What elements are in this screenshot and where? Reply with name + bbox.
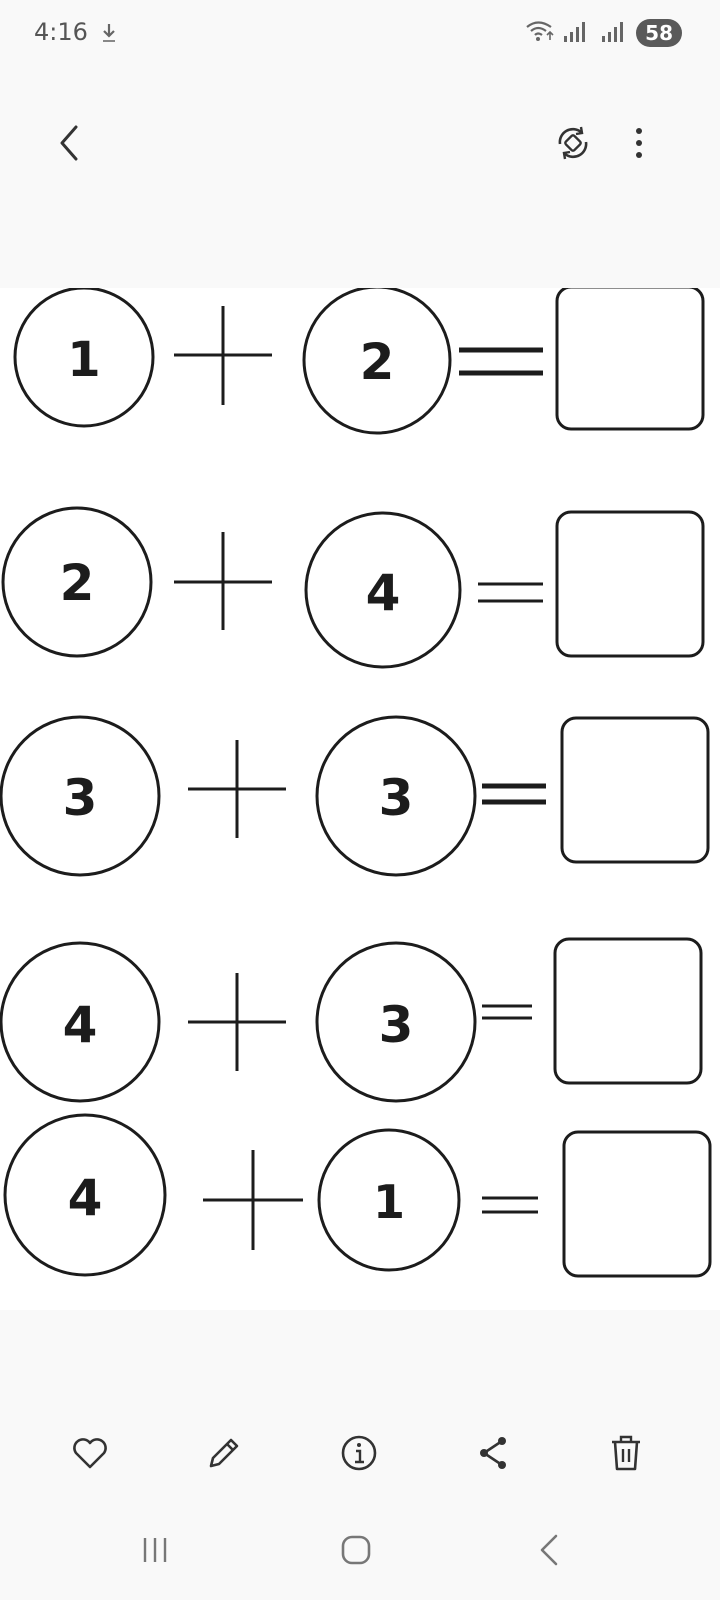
number-label: 4 [68,1169,103,1227]
recents-button[interactable] [130,1527,180,1577]
equals-sign [459,347,543,376]
answer-box [562,1130,712,1278]
answer-box [555,510,705,658]
number-label: 3 [63,769,98,827]
answer-box [555,288,705,431]
math-worksheet-image: 1 2 2 4 3 3 4 3 4 1 [0,288,712,1278]
rotate-button[interactable] [548,120,598,170]
delete-button[interactable] [600,1429,652,1481]
equals-sign [482,1196,538,1214]
heart-icon [71,1436,109,1474]
answer-box [553,937,703,1085]
status-time: 4:16 [34,18,88,46]
pencil-icon [205,1434,243,1476]
battery-level: 58 [636,19,682,47]
auto-rotate-icon [554,124,592,166]
number-label: 1 [67,332,100,388]
info-icon [339,1433,379,1477]
download-icon [100,22,118,50]
chevron-left-icon [54,123,84,167]
signal-icon [562,18,594,48]
share-icon [474,1434,512,1476]
back-button[interactable] [44,120,94,170]
recents-icon [140,1536,170,1568]
edit-button[interactable] [198,1429,250,1481]
plus-sign [188,740,286,838]
home-button[interactable] [330,1527,382,1577]
more-options-button[interactable] [616,120,662,170]
plus-sign [174,306,272,405]
plus-sign [174,532,272,630]
number-label: 3 [379,769,414,827]
trash-icon [608,1433,644,1477]
status-icons: 58 [524,18,682,48]
equation-row: 4 1 [3,1113,712,1278]
equation-row: 1 2 [13,288,705,435]
number-label: 4 [366,564,401,622]
more-vertical-icon [634,126,644,164]
number-label: 2 [360,333,395,391]
answer-box [560,716,710,864]
equals-sign [482,1004,532,1020]
number-label: 4 [63,996,98,1054]
plus-sign [203,1150,303,1250]
equation-row: 2 4 [1,506,705,669]
status-bar: 4:16 58 [0,0,720,72]
equals-sign [478,582,543,603]
number-label: 1 [373,1175,405,1229]
equals-sign [482,783,546,805]
system-nav-bar [0,1515,720,1600]
equation-row: 3 3 [0,715,710,877]
equation-row: 4 3 [0,937,703,1103]
top-bar [0,100,720,200]
details-button[interactable] [333,1429,385,1481]
number-label: 3 [379,996,414,1054]
system-back-button[interactable] [524,1527,574,1577]
plus-sign [188,973,286,1071]
favorite-button[interactable] [64,1429,116,1481]
number-label: 2 [60,554,95,612]
share-button[interactable] [467,1429,519,1481]
photo-viewer[interactable]: 1 2 2 4 3 3 4 3 4 1 [0,288,720,1310]
wifi-icon [524,18,556,48]
bottom-toolbar [0,1415,720,1495]
signal-icon-2 [600,18,630,48]
home-icon [340,1534,372,1570]
back-icon [537,1533,561,1571]
